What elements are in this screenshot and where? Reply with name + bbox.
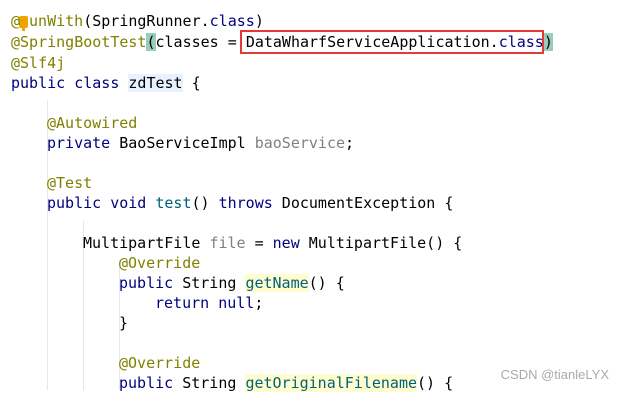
code-line-8: public void test() throws DocumentExcept…	[47, 193, 453, 213]
class-name: zdTest	[128, 74, 183, 92]
code-line-13: }	[119, 313, 128, 333]
keyword: return	[155, 294, 210, 312]
annotation: @SpringBootTest	[11, 33, 147, 51]
code-line-4: public class zdTest {	[11, 73, 201, 93]
keyword: public	[119, 374, 174, 392]
code-text: (SpringRunner.	[83, 12, 210, 30]
keyword: private	[47, 134, 111, 152]
code-text: DocumentException {	[272, 194, 454, 212]
code-text: MultipartFile() {	[299, 234, 463, 252]
method-name: getOriginalFilename	[245, 374, 418, 392]
code-line-6: private BaoServiceImpl baoService;	[47, 133, 354, 153]
code-text: ;	[254, 294, 264, 312]
keyword: throws	[218, 194, 273, 212]
code-line-1: @ unWith(SpringRunner.class)	[11, 11, 264, 31]
annotation: @Override	[119, 354, 201, 372]
paren-match: (	[146, 33, 156, 51]
code-text: ;	[345, 134, 355, 152]
code-text: classes =	[155, 33, 246, 51]
keyword: void	[110, 194, 147, 212]
code-text: () {	[308, 274, 345, 292]
code-line-14: @Override	[119, 353, 200, 373]
type-name: String	[173, 274, 246, 292]
variable-name: file	[209, 234, 246, 252]
keyword: class	[209, 12, 255, 30]
code-text: ()	[191, 194, 210, 212]
keyword: public	[119, 274, 174, 292]
code-text: {	[182, 74, 201, 92]
annotation: @Test	[47, 174, 93, 192]
keyword: null	[218, 294, 255, 312]
code-text: )	[254, 12, 264, 30]
keyword: class	[74, 74, 120, 92]
keyword: public	[47, 194, 102, 212]
code-line-7: @Test	[47, 173, 92, 193]
code-line-11: public String getName() {	[119, 273, 345, 293]
code-text: }	[119, 314, 129, 332]
keyword: new	[272, 234, 300, 252]
type-name: MultipartFile	[83, 234, 210, 252]
annotation: @	[11, 12, 21, 30]
type-name: String	[173, 374, 246, 392]
method-name: test	[155, 194, 192, 212]
watermark: CSDN @tianleLYX	[500, 367, 609, 382]
code-line-10: @Override	[119, 253, 200, 273]
paren-match: )	[543, 33, 553, 51]
method-name: getName	[245, 274, 309, 292]
code-line-9: MultipartFile file = new MultipartFile()…	[83, 233, 462, 253]
code-editor[interactable]: @ unWith(SpringRunner.class) @SpringBootT…	[0, 0, 625, 394]
annotation: @Autowired	[47, 114, 138, 132]
annotation: unWith	[29, 12, 84, 30]
annotation: @Slf4j	[11, 54, 66, 72]
field-name: baoService	[254, 134, 346, 152]
code-text: () {	[417, 374, 454, 392]
annotation: @Override	[119, 254, 201, 272]
code-line-15: public String getOriginalFilename() {	[119, 373, 453, 393]
highlight-box	[240, 30, 544, 54]
code-line-3: @Slf4j	[11, 53, 65, 73]
keyword: public	[11, 74, 66, 92]
type-name: BaoServiceImpl	[110, 134, 255, 152]
code-text: =	[245, 234, 273, 252]
code-line-12: return null;	[155, 293, 263, 313]
code-line-5: @Autowired	[47, 113, 137, 133]
